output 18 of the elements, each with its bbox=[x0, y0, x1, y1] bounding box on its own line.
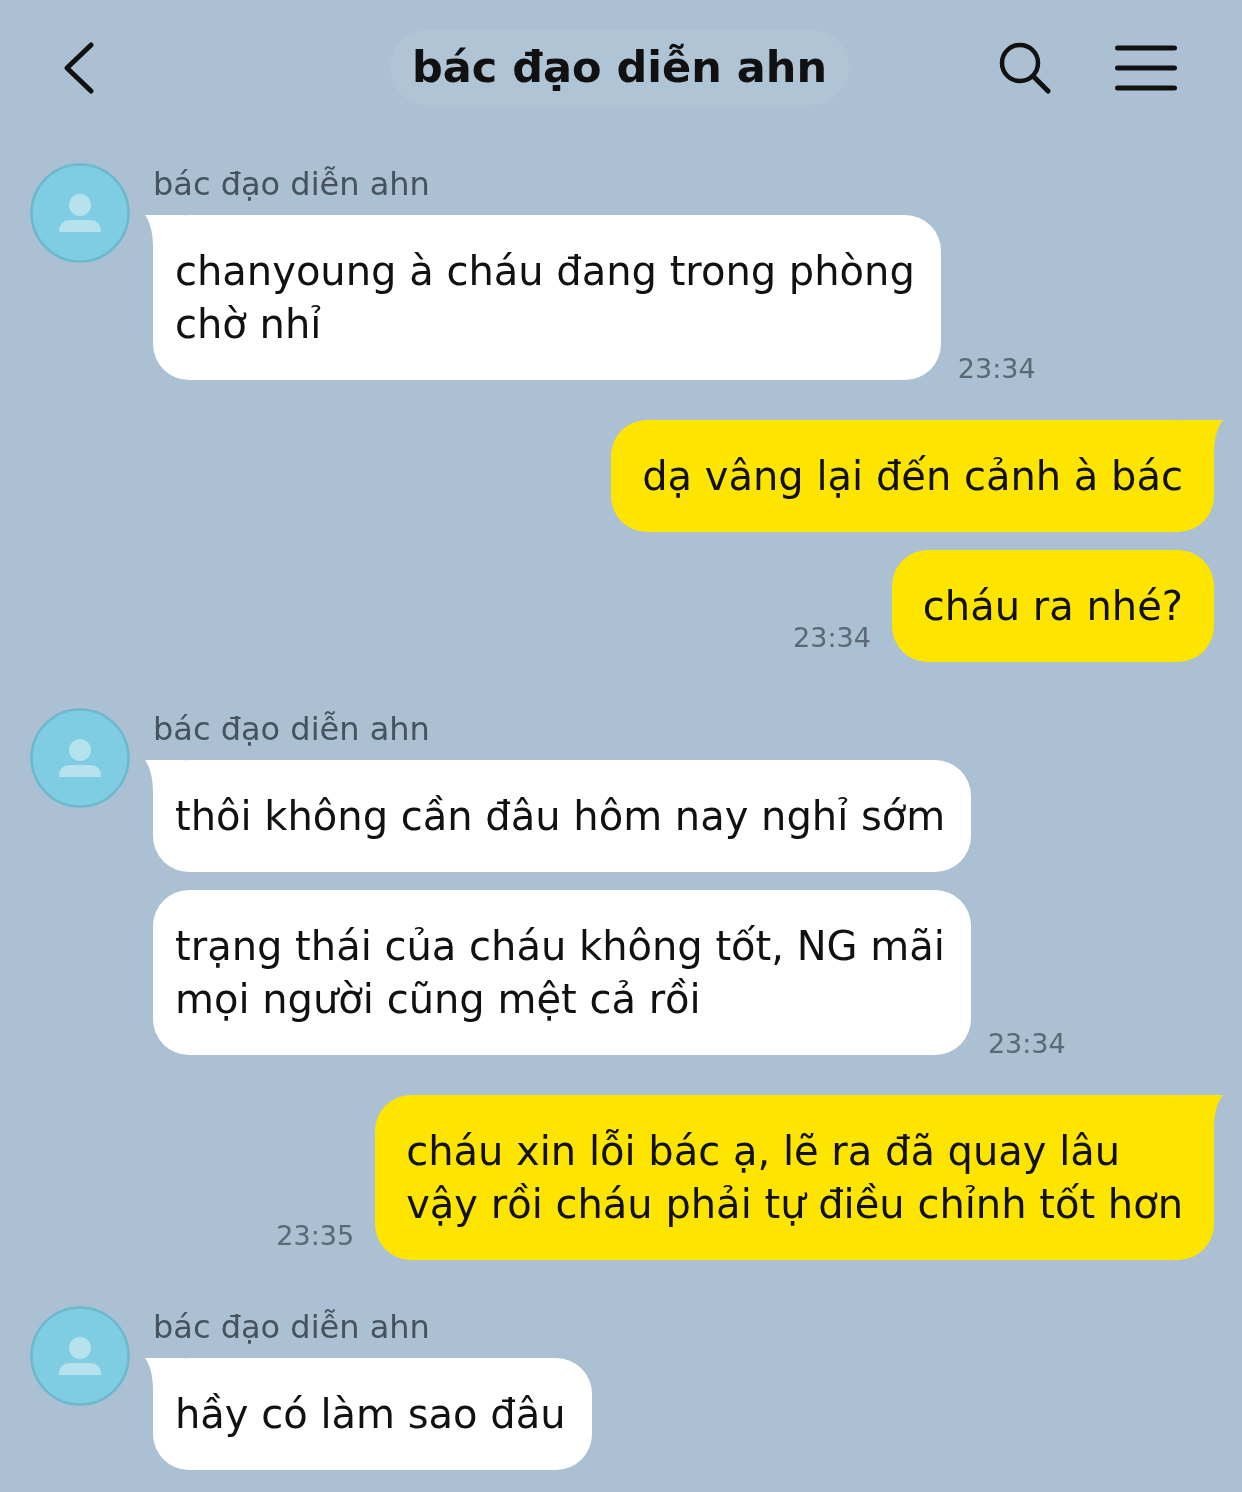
menu-icon[interactable] bbox=[1115, 44, 1177, 91]
message-bubble: hầy có làm sao đâu bbox=[145, 1358, 592, 1470]
message-time: 23:34 bbox=[793, 623, 871, 653]
message-bubble: cháu xin lỗi bác ạ, lẽ ra đã quay lâu vậy rồi cháu phải tự điều chỉnh tốt hơn bbox=[375, 1095, 1223, 1260]
sender-name: bác đạo diễn ahn bbox=[153, 709, 430, 750]
sender-name: bác đạo diễn ahn bbox=[153, 164, 430, 205]
message-time: 23:35 bbox=[276, 1221, 355, 1251]
message-bubble: thôi không cần đâu hôm nay nghỉ sớm bbox=[145, 760, 972, 872]
sender-name: bác đạo diễn ahn bbox=[153, 1307, 430, 1348]
search-icon[interactable] bbox=[999, 41, 1051, 94]
message-time: 23:34 bbox=[987, 1029, 1066, 1059]
message-bubble: cháu ra nhé? bbox=[891, 550, 1214, 662]
message-bubble: dạ vâng lại đến cảnh à bác bbox=[611, 420, 1223, 532]
message-bubble: chanyoung à cháu đang trong phòng chờ nhỉ bbox=[145, 215, 941, 380]
message-time: 23:34 bbox=[957, 354, 1036, 384]
back-icon[interactable] bbox=[62, 41, 95, 94]
message-bubble: trạng thái của cháu không tốt, NG mãi mọi người cũng mệt cả rồi bbox=[153, 890, 971, 1055]
chat-title: bác đạo diễn ahn bbox=[389, 30, 850, 105]
